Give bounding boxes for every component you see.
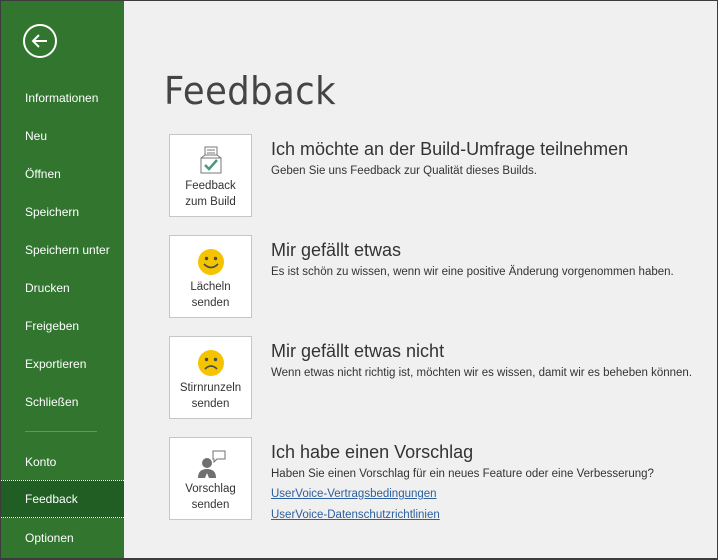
tile-label-line2: senden xyxy=(191,499,230,511)
section-title-build-survey: Ich möchte an der Build-Umfrage teilnehm… xyxy=(271,139,629,159)
section-desc-suggestion: Haben Sie einen Vorschlag für ein neues … xyxy=(271,468,654,480)
uservoice-privacy-link[interactable]: UserVoice-Datenschutzrichtlinien xyxy=(271,509,440,521)
sidebar-item-schliessen[interactable]: Schließen xyxy=(1,383,124,421)
tile-label-line1: Stirnrunzeln xyxy=(179,382,242,394)
backstage-sidebar: Informationen Neu Öffnen Speichern Speic… xyxy=(1,1,124,558)
tile-label-line2: senden xyxy=(191,398,230,410)
section-desc-build-survey: Geben Sie uns Feedback zur Qualität dies… xyxy=(271,165,537,177)
tile-label-line1: Vorschlag xyxy=(185,483,236,495)
sidebar-item-neu[interactable]: Neu xyxy=(1,117,124,155)
sidebar-item-exportieren[interactable]: Exportieren xyxy=(1,345,124,383)
send-smile-button[interactable]: Lächeln senden xyxy=(169,235,252,318)
frown-face-icon xyxy=(198,350,224,376)
sidebar-item-speichern-unter[interactable]: Speichern unter xyxy=(1,231,124,269)
sidebar-item-drucken[interactable]: Drucken xyxy=(1,269,124,307)
back-button[interactable] xyxy=(23,24,57,58)
person-speech-bubble-icon xyxy=(198,450,226,478)
sidebar-item-konto[interactable]: Konto xyxy=(1,443,124,481)
sidebar-item-feedback[interactable]: Feedback xyxy=(1,480,124,518)
tile-label: Stirnrunzeln senden xyxy=(170,380,251,412)
sidebar-item-speichern[interactable]: Speichern xyxy=(1,193,124,231)
tile-label: Vorschlag senden xyxy=(170,481,251,513)
section-desc-like: Es ist schön zu wissen, wenn wir eine po… xyxy=(271,266,674,278)
tile-label: Lächeln senden xyxy=(170,279,251,311)
tile-label-line2: zum Build xyxy=(185,196,236,208)
sidebar-divider xyxy=(25,431,97,432)
sidebar-item-informationen[interactable]: Informationen xyxy=(1,79,124,117)
feedback-ballot-check-icon xyxy=(200,146,222,174)
sidebar-item-freigeben[interactable]: Freigeben xyxy=(1,307,124,345)
uservoice-terms-link[interactable]: UserVoice-Vertragsbedingungen xyxy=(271,488,437,500)
feedback-build-button[interactable]: Feedback zum Build xyxy=(169,134,252,217)
section-desc-dislike: Wenn etwas nicht richtig ist, möchten wi… xyxy=(271,367,693,379)
tile-label-line1: Lächeln xyxy=(190,281,231,293)
section-title-suggestion: Ich habe einen Vorschlag xyxy=(271,442,474,462)
backstage-window: Informationen Neu Öffnen Speichern Speic… xyxy=(1,1,717,558)
tile-label-line2: senden xyxy=(191,297,230,309)
tile-label: Feedback zum Build xyxy=(170,178,251,210)
section-title-like: Mir gefällt etwas xyxy=(271,240,402,260)
tile-label-line1: Feedback xyxy=(185,180,236,192)
send-suggestion-button[interactable]: Vorschlag senden xyxy=(169,437,252,520)
sidebar-item-oeffnen[interactable]: Öffnen xyxy=(1,155,124,193)
page-title: Feedback xyxy=(164,69,337,113)
smile-face-icon xyxy=(198,249,224,275)
sidebar-item-optionen[interactable]: Optionen xyxy=(1,519,124,557)
section-title-dislike: Mir gefällt etwas nicht xyxy=(271,341,445,361)
arrow-left-icon xyxy=(31,34,47,48)
send-frown-button[interactable]: Stirnrunzeln senden xyxy=(169,336,252,419)
